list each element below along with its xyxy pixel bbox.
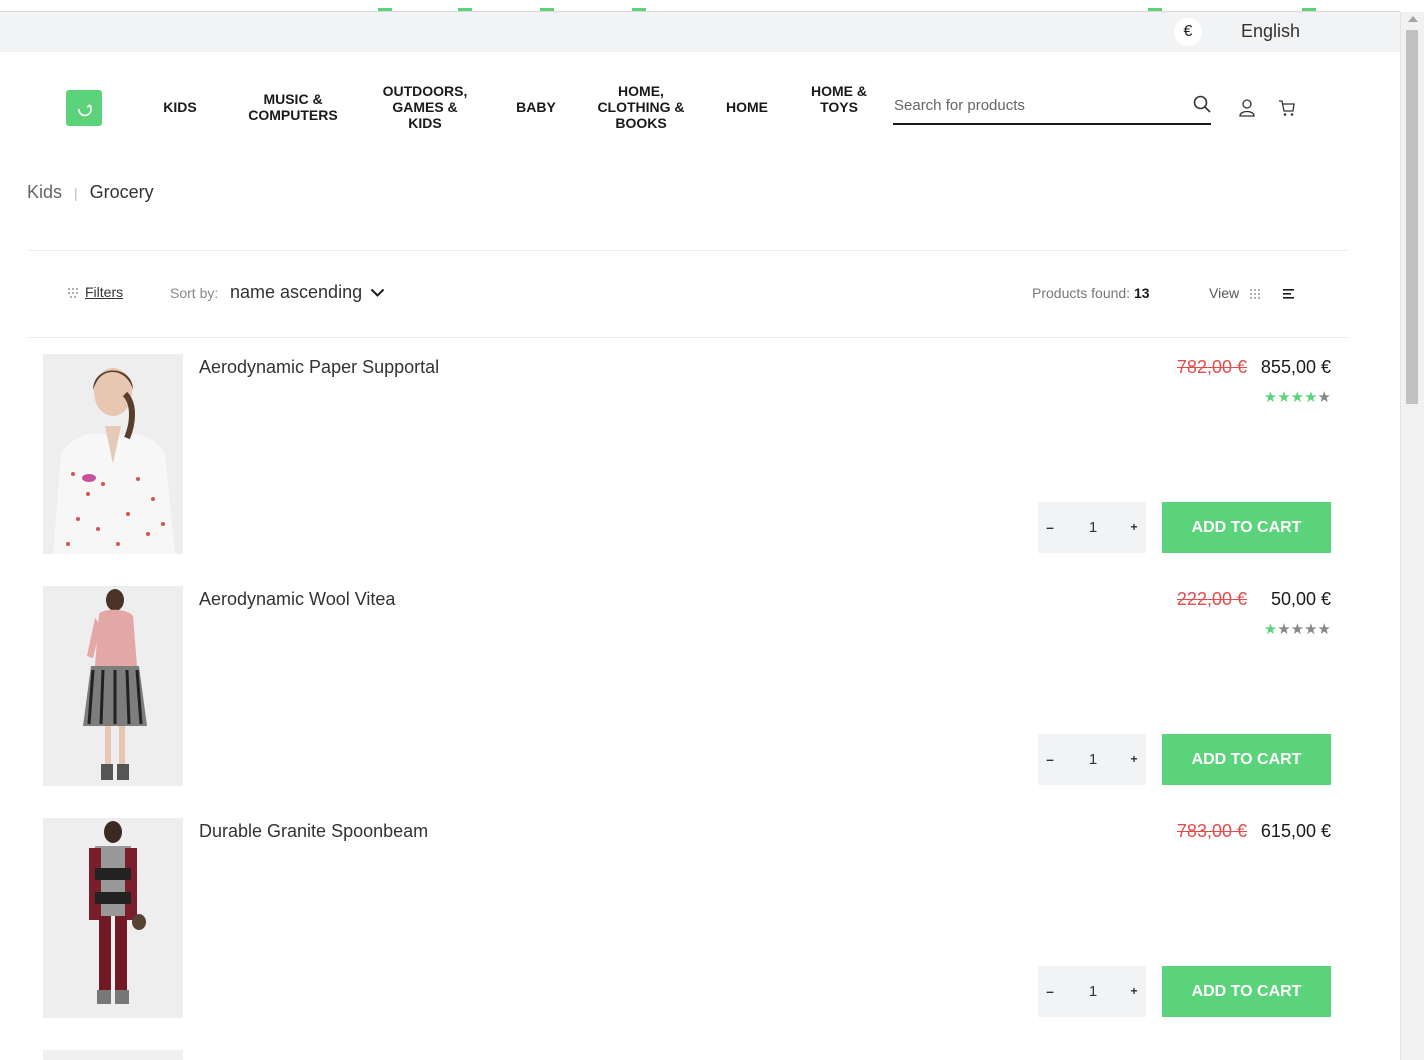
- product-price: 855,00 €: [1260, 357, 1331, 377]
- product-photo-woman-pink-sweater: [43, 586, 183, 786]
- product-image[interactable]: [43, 354, 183, 554]
- strip-mark: [632, 8, 646, 11]
- search-input[interactable]: [893, 90, 1174, 120]
- quantity-decrease-button[interactable]: –: [1038, 734, 1062, 785]
- product-rating: ★★★★★: [1264, 620, 1331, 638]
- strip-mark: [1148, 8, 1162, 11]
- nav-music-computers[interactable]: MUSIC & COMPUTERS: [243, 91, 343, 123]
- divider: [27, 337, 1348, 338]
- sort-select[interactable]: name ascending: [230, 282, 362, 303]
- strip-mark: [378, 8, 392, 11]
- strip-mark: [458, 8, 472, 11]
- search-icon[interactable]: [1193, 95, 1211, 113]
- breadcrumb-parent[interactable]: Kids: [27, 182, 62, 202]
- bag-icon: [78, 104, 92, 117]
- product-item: Aerodynamic Wool Vitea 222,00 € 50,00 € …: [43, 586, 1331, 786]
- products-found-label: Products found:: [1032, 285, 1131, 301]
- nav-home-toys[interactable]: HOME & TOYS: [809, 83, 869, 115]
- store-logo[interactable]: [66, 90, 102, 126]
- sort-label: Sort by:: [170, 285, 219, 301]
- product-photo-woman-white-blouse: [43, 354, 183, 554]
- scrollbar-thumb[interactable]: [1406, 30, 1418, 404]
- quantity-value[interactable]: 1: [1078, 966, 1108, 1017]
- strip-mark: [1302, 8, 1316, 11]
- filter-dots-icon: [68, 288, 78, 299]
- product-old-price: 222,00 €: [1176, 589, 1247, 609]
- divider: [27, 250, 1348, 251]
- product-price: 615,00 €: [1260, 821, 1331, 841]
- chevron-down-icon[interactable]: [370, 288, 385, 298]
- star-filled-icon: ★: [1263, 621, 1278, 638]
- view-label: View: [1209, 285, 1240, 301]
- star-filled-icon: ★: [1304, 389, 1318, 406]
- star-empty-icon: ★: [1277, 621, 1291, 638]
- browser-top-strip: [0, 0, 1400, 12]
- product-name[interactable]: Aerodynamic Paper Supportal: [199, 357, 439, 378]
- product-item: Durable Granite Spoonbeam 783,00 € 615,0…: [43, 818, 1331, 1018]
- product-old-price: 783,00 €: [1176, 821, 1247, 841]
- language-switcher[interactable]: English: [1241, 21, 1300, 42]
- nav-outdoors-games-kids[interactable]: OUTDOORS, GAMES & KIDS: [375, 83, 475, 131]
- add-to-cart-button[interactable]: ADD TO CART: [1162, 734, 1331, 785]
- breadcrumb-separator: |: [74, 185, 78, 201]
- nav-baby[interactable]: BABY: [506, 99, 566, 115]
- product-price: 50,00 €: [1270, 589, 1331, 609]
- page-scrollbar[interactable]: [1400, 12, 1424, 1060]
- cart-icon[interactable]: [1278, 99, 1296, 117]
- star-filled-icon: ★: [1290, 389, 1305, 406]
- strip-mark: [540, 8, 554, 11]
- add-to-cart-button[interactable]: ADD TO CART: [1162, 502, 1331, 553]
- star-filled-icon: ★: [1263, 389, 1278, 406]
- product-old-price: 782,00 €: [1176, 357, 1247, 377]
- quantity-stepper: – 1 +: [1038, 734, 1146, 785]
- star-empty-icon: ★: [1304, 621, 1318, 638]
- search-bar: [893, 90, 1211, 125]
- scroll-up-icon[interactable]: [1408, 16, 1418, 22]
- quantity-increase-button[interactable]: +: [1122, 502, 1146, 553]
- filters-toggle[interactable]: Filters: [67, 284, 123, 300]
- quantity-increase-button[interactable]: +: [1122, 966, 1146, 1017]
- nav-home-clothing-books[interactable]: HOME, CLOTHING & BOOKS: [596, 83, 686, 131]
- filters-label[interactable]: Filters: [85, 284, 123, 300]
- product-image[interactable]: [43, 818, 183, 1018]
- star-empty-icon: ★: [1317, 389, 1331, 406]
- star-empty-icon: ★: [1317, 621, 1331, 638]
- quantity-value[interactable]: 1: [1078, 734, 1108, 785]
- product-name[interactable]: Aerodynamic Wool Vitea: [199, 589, 395, 610]
- products-found: Products found: 13: [1032, 285, 1150, 301]
- product-name[interactable]: Durable Granite Spoonbeam: [199, 821, 428, 842]
- grid-view-icon[interactable]: [1249, 288, 1261, 300]
- product-item: Aerodynamic Paper Supportal 782,00 € 855…: [43, 354, 1331, 554]
- nav-home[interactable]: HOME: [712, 99, 782, 115]
- quantity-decrease-button[interactable]: –: [1038, 502, 1062, 553]
- products-found-count: 13: [1133, 285, 1150, 301]
- quantity-decrease-button[interactable]: –: [1038, 966, 1062, 1017]
- quantity-increase-button[interactable]: +: [1122, 734, 1146, 785]
- list-view-icon[interactable]: [1283, 288, 1295, 300]
- product-photo-woman-striped-vest: [43, 818, 183, 1018]
- product-image[interactable]: [43, 586, 183, 786]
- product-item: [43, 1050, 1331, 1060]
- user-icon[interactable]: [1239, 99, 1255, 117]
- breadcrumb-current: Grocery: [89, 182, 154, 202]
- product-image[interactable]: [43, 1050, 183, 1060]
- add-to-cart-button[interactable]: ADD TO CART: [1162, 966, 1331, 1017]
- currency-switcher[interactable]: €: [1174, 18, 1202, 46]
- product-rating: ★★★★★: [1264, 388, 1331, 406]
- quantity-value[interactable]: 1: [1078, 502, 1108, 553]
- quantity-stepper: – 1 +: [1038, 966, 1146, 1017]
- nav-kids[interactable]: KIDS: [150, 99, 210, 115]
- star-filled-icon: ★: [1277, 389, 1291, 406]
- breadcrumb: Kids | Grocery: [27, 182, 154, 203]
- top-bar: € English: [0, 12, 1400, 52]
- quantity-stepper: – 1 +: [1038, 502, 1146, 553]
- star-empty-icon: ★: [1290, 621, 1305, 638]
